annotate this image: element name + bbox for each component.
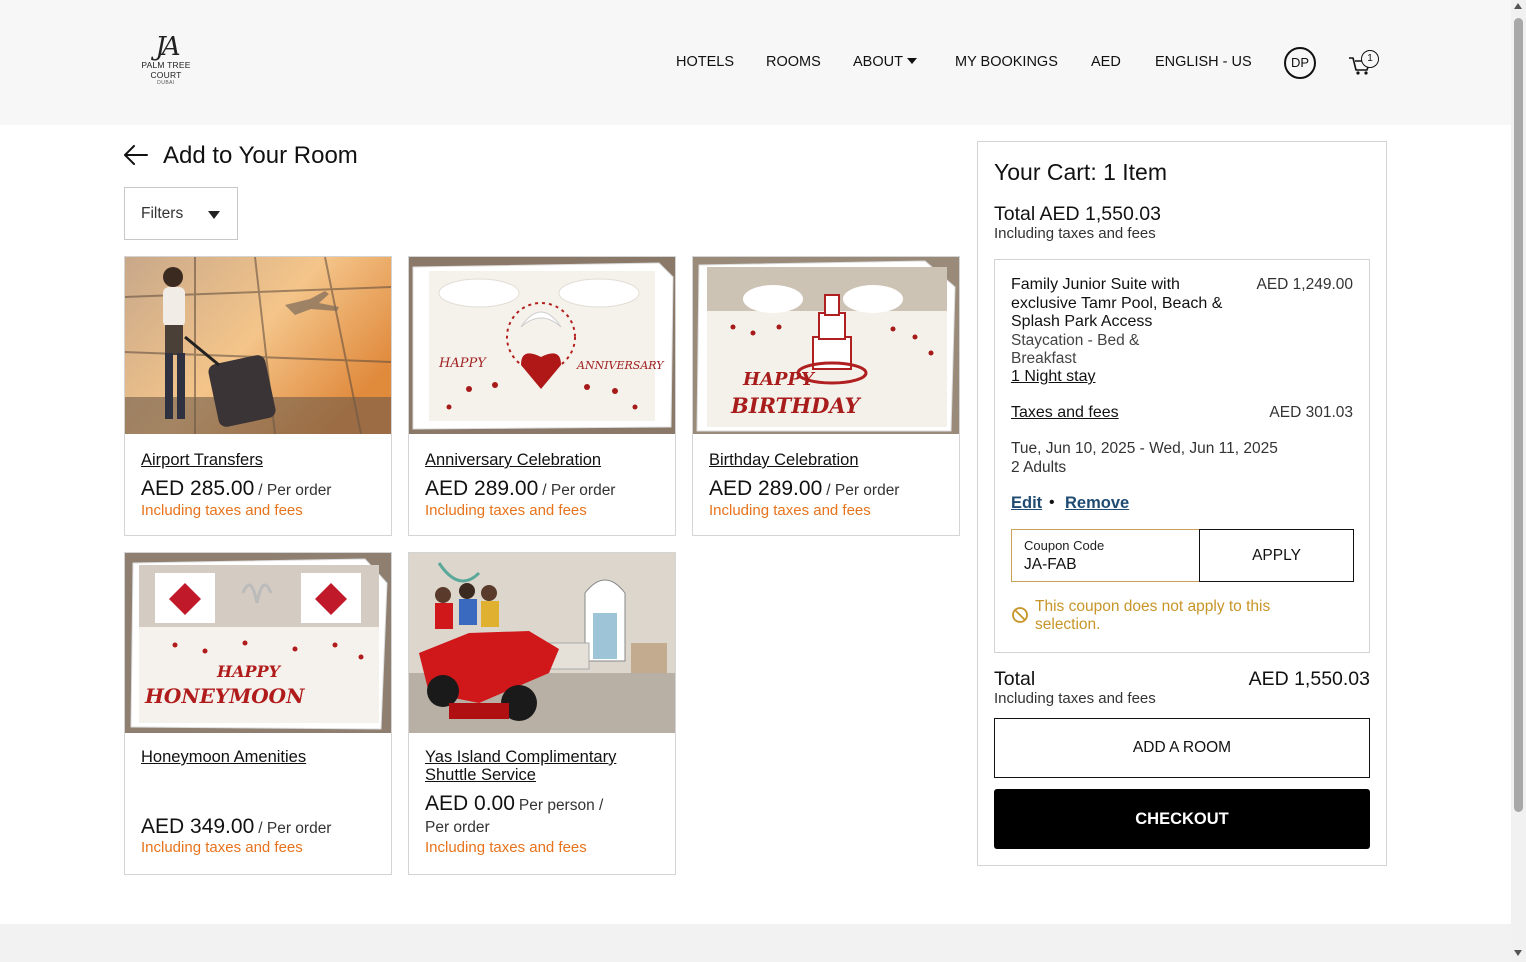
taxes-fees-value: AED 301.03 (1269, 404, 1353, 421)
product-price-line: AED 285.00/ Per order (141, 477, 331, 501)
link-separator: • (1049, 494, 1055, 511)
product-unit: / Per order (826, 482, 900, 499)
rate-name: Staycation - Bed & Breakfast (1011, 332, 1140, 367)
filters-dropdown[interactable]: Filters (124, 187, 238, 240)
room-name: Family Junior Suite with exclusive Tamr … (1011, 276, 1223, 330)
apply-coupon-button[interactable]: APPLY (1199, 529, 1354, 582)
coupon-error-message: This coupon does not apply to this selec… (1035, 598, 1271, 633)
nav-language[interactable]: ENGLISH - US (1155, 52, 1252, 72)
anniversary-bed-image: HAPPY ANNIVERSARY (409, 257, 675, 434)
product-price-line: AED 349.00/ Per order (141, 815, 331, 839)
logo-line-2: COURT (150, 70, 182, 80)
product-tax-note: Including taxes and fees (709, 502, 871, 519)
product-name[interactable]: Birthday Celebration (709, 451, 859, 469)
page-title: Add to Your Room (163, 142, 358, 169)
product-price: AED 289.00 (709, 477, 823, 500)
product-tax-note: Including taxes and fees (141, 839, 303, 856)
product-card[interactable]: HAPPY HONEYMOON Honeymoon Amenities AED … (124, 552, 392, 875)
chevron-down-icon (906, 58, 917, 64)
room-price: AED 1,249.00 (1256, 276, 1353, 293)
nav-rooms[interactable]: ROOMS (766, 52, 821, 72)
edit-link[interactable]: Edit (1011, 494, 1042, 513)
product-card[interactable]: HAPPY BIRTHDAY Birthday Celebration AED … (692, 256, 960, 536)
product-card[interactable]: Yas Island Complimentary Shuttle Service… (408, 552, 676, 875)
cart-title: Your Cart: 1 Item (994, 159, 1168, 185)
product-name-line: Shuttle Service (425, 766, 536, 784)
scrollbar[interactable] (1511, 0, 1526, 962)
page-footer (0, 924, 1511, 962)
honeymoon-bed-image: HAPPY HONEYMOON (125, 553, 391, 733)
product-unit-line-2: Per order (425, 819, 490, 836)
svg-text:HAPPY: HAPPY (742, 369, 816, 390)
product-price: AED 349.00 (141, 815, 255, 838)
hotel-logo[interactable]: JA PALM TREE COURT DUBAI (136, 34, 196, 87)
airport-traveler-image (125, 257, 391, 434)
nav-about[interactable]: ABOUT (853, 52, 917, 72)
logo-mark: JA (155, 32, 180, 62)
product-price-line: AED 289.00/ Per order (425, 477, 615, 501)
product-name[interactable]: Yas Island Complimentary Shuttle Service (425, 748, 616, 784)
svg-text:ANNIVERSARY: ANNIVERSARY (576, 359, 665, 372)
product-price-line: AED 289.00/ Per order (709, 477, 899, 501)
product-card[interactable]: Airport Transfers AED 285.00/ Per order … (124, 256, 392, 536)
product-card[interactable]: HAPPY ANNIVERSARY Anniversary Celebratio… (408, 256, 676, 536)
product-name-line: Yas Island Complimentary (425, 748, 617, 766)
guest-count: 2 Adults (1011, 459, 1067, 476)
cart-total-top-note: Including taxes and fees (994, 225, 1156, 242)
product-unit: / Per order (542, 482, 616, 499)
cart-total-value: AED 1,550.03 (1248, 668, 1370, 690)
stay-dates: Tue, Jun 10, 2025 - Wed, Jun 11, 2025 2 … (1011, 439, 1278, 477)
svg-text:HONEYMOON: HONEYMOON (144, 684, 305, 708)
svg-text:HAPPY: HAPPY (438, 356, 487, 371)
cart-count-badge: 1 (1361, 50, 1379, 68)
stay-length-link[interactable]: 1 Night stay (1011, 368, 1095, 386)
product-tax-note: Including taxes and fees (425, 839, 587, 856)
product-name[interactable]: Honeymoon Amenities (141, 748, 306, 766)
product-tax-note: Including taxes and fees (425, 502, 587, 519)
logo-line-3: DUBAI (157, 80, 175, 86)
product-price-line: AED 0.00 Per person / (425, 792, 603, 816)
taxes-fees-link[interactable]: Taxes and fees (1011, 404, 1119, 422)
add-room-button[interactable]: ADD A ROOM (994, 718, 1370, 778)
cart-panel: Your Cart: 1 Item Total AED 1,550.03 Inc… (977, 141, 1387, 866)
product-unit: Per person / (518, 797, 604, 814)
caret-down-icon (208, 211, 220, 219)
checkout-button[interactable]: CHECKOUT (994, 789, 1370, 849)
nav-my-bookings[interactable]: MY BOOKINGS (955, 52, 1058, 72)
filters-label: Filters (141, 205, 184, 222)
product-tax-note: Including taxes and fees (141, 502, 303, 519)
yas-island-ride-image (409, 553, 675, 733)
product-price: AED 0.00 (425, 792, 515, 815)
nav-currency[interactable]: AED (1091, 52, 1121, 72)
svg-text:BIRTHDAY: BIRTHDAY (730, 393, 862, 418)
cart-total-label: Total (994, 668, 1036, 690)
product-price: AED 285.00 (141, 477, 255, 500)
product-name[interactable]: Airport Transfers (141, 451, 263, 469)
stay-date-range: Tue, Jun 10, 2025 - Wed, Jun 11, 2025 (1011, 440, 1278, 457)
product-price: AED 289.00 (425, 477, 539, 500)
coupon-code-input[interactable] (1024, 556, 1184, 574)
site-header: JA PALM TREE COURT DUBAI HOTELS ROOMS AB… (0, 0, 1511, 125)
nav-about-label: ABOUT (853, 54, 903, 70)
nav-hotels[interactable]: HOTELS (676, 52, 734, 72)
cart-item: Family Junior Suite with exclusive Tamr … (994, 259, 1370, 653)
product-unit: / Per order (258, 482, 332, 499)
birthday-bed-image: HAPPY BIRTHDAY (693, 257, 959, 434)
logo-line-1: PALM TREE (141, 60, 191, 70)
scroll-down-icon[interactable] (1514, 950, 1522, 956)
cart-total-note: Including taxes and fees (994, 690, 1156, 707)
remove-link[interactable]: Remove (1065, 494, 1129, 513)
coupon-code-label: Coupon Code (1024, 538, 1105, 553)
product-unit: / Per order (258, 820, 332, 837)
user-avatar[interactable]: DP (1284, 47, 1316, 79)
svg-text:HAPPY: HAPPY (216, 662, 282, 681)
cart-total-top: Total AED 1,550.03 (994, 203, 1161, 225)
product-name[interactable]: Anniversary Celebration (425, 451, 601, 469)
coupon-code-field[interactable]: Coupon Code (1011, 529, 1200, 582)
scroll-thumb[interactable] (1514, 18, 1523, 812)
scroll-up-icon[interactable] (1514, 3, 1522, 9)
ban-icon (1012, 607, 1028, 623)
back-arrow-icon[interactable] (122, 143, 150, 167)
